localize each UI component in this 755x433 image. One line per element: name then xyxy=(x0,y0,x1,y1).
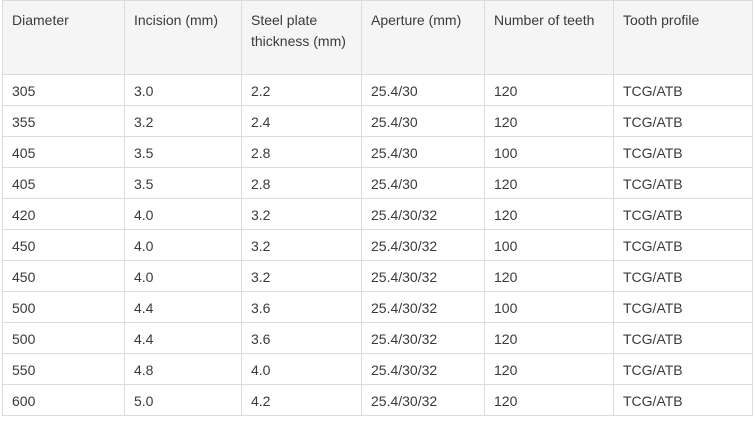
table-row: 420 4.0 3.2 25.4/30/32 120 TCG/ATB xyxy=(2,198,753,230)
cell-steel-plate-thickness: 2.8 xyxy=(241,136,362,168)
saw-blade-spec-table: Diameter Incision (mm) Steel plate thick… xyxy=(2,0,753,416)
header-incision: Incision (mm) xyxy=(124,0,242,75)
table-row: 450 4.0 3.2 25.4/30/32 100 TCG/ATB xyxy=(2,229,753,261)
cell-steel-plate-thickness: 3.6 xyxy=(241,322,362,354)
cell-aperture: 25.4/30/32 xyxy=(361,229,485,261)
cell-tooth-profile: TCG/ATB xyxy=(613,198,753,230)
cell-aperture: 25.4/30 xyxy=(361,136,485,168)
cell-incision: 4.0 xyxy=(124,229,242,261)
cell-incision: 3.0 xyxy=(124,74,242,106)
cell-aperture: 25.4/30 xyxy=(361,74,485,106)
cell-steel-plate-thickness: 3.6 xyxy=(241,291,362,323)
cell-steel-plate-thickness: 3.2 xyxy=(241,260,362,292)
cell-diameter: 405 xyxy=(2,136,125,168)
cell-incision: 4.4 xyxy=(124,322,242,354)
header-tooth-profile: Tooth profile xyxy=(613,0,753,75)
cell-steel-plate-thickness: 2.4 xyxy=(241,105,362,137)
cell-number-of-teeth: 120 xyxy=(484,198,614,230)
cell-number-of-teeth: 100 xyxy=(484,291,614,323)
cell-aperture: 25.4/30/32 xyxy=(361,353,485,385)
table-header: Diameter Incision (mm) Steel plate thick… xyxy=(2,0,753,75)
cell-diameter: 420 xyxy=(2,198,125,230)
cell-steel-plate-thickness: 4.2 xyxy=(241,384,362,416)
cell-diameter: 305 xyxy=(2,74,125,106)
table-row: 355 3.2 2.4 25.4/30 120 TCG/ATB xyxy=(2,105,753,137)
cell-aperture: 25.4/30 xyxy=(361,167,485,199)
table-row: 405 3.5 2.8 25.4/30 120 TCG/ATB xyxy=(2,167,753,199)
cell-diameter: 450 xyxy=(2,229,125,261)
cell-steel-plate-thickness: 3.2 xyxy=(241,229,362,261)
cell-tooth-profile: TCG/ATB xyxy=(613,136,753,168)
cell-incision: 4.0 xyxy=(124,198,242,230)
cell-number-of-teeth: 120 xyxy=(484,353,614,385)
table-body: 305 3.0 2.2 25.4/30 120 TCG/ATB 355 3.2 2.4 25.4/… xyxy=(2,74,753,416)
cell-aperture: 25.4/30/32 xyxy=(361,291,485,323)
cell-incision: 4.8 xyxy=(124,353,242,385)
header-diameter: Diameter xyxy=(2,0,125,75)
header-number-of-teeth: Number of teeth xyxy=(484,0,614,75)
cell-number-of-teeth: 120 xyxy=(484,322,614,354)
cell-diameter: 405 xyxy=(2,167,125,199)
cell-number-of-teeth: 100 xyxy=(484,136,614,168)
cell-steel-plate-thickness: 2.8 xyxy=(241,167,362,199)
cell-tooth-profile: TCG/ATB xyxy=(613,291,753,323)
table-row: 450 4.0 3.2 25.4/30/32 120 TCG/ATB xyxy=(2,260,753,292)
table-row: 500 4.4 3.6 25.4/30/32 120 TCG/ATB xyxy=(2,322,753,354)
header-aperture: Aperture (mm) xyxy=(361,0,485,75)
cell-diameter: 500 xyxy=(2,291,125,323)
cell-diameter: 550 xyxy=(2,353,125,385)
cell-incision: 3.5 xyxy=(124,136,242,168)
cell-number-of-teeth: 120 xyxy=(484,105,614,137)
table-row: 305 3.0 2.2 25.4/30 120 TCG/ATB xyxy=(2,74,753,106)
header-row: Diameter Incision (mm) Steel plate thick… xyxy=(2,0,753,75)
cell-diameter: 500 xyxy=(2,322,125,354)
cell-aperture: 25.4/30/32 xyxy=(361,322,485,354)
cell-diameter: 450 xyxy=(2,260,125,292)
cell-tooth-profile: TCG/ATB xyxy=(613,105,753,137)
table-row: 405 3.5 2.8 25.4/30 100 TCG/ATB xyxy=(2,136,753,168)
cell-incision: 5.0 xyxy=(124,384,242,416)
cell-aperture: 25.4/30 xyxy=(361,105,485,137)
table-row: 500 4.4 3.6 25.4/30/32 100 TCG/ATB xyxy=(2,291,753,323)
cell-tooth-profile: TCG/ATB xyxy=(613,167,753,199)
cell-number-of-teeth: 120 xyxy=(484,260,614,292)
cell-diameter: 355 xyxy=(2,105,125,137)
cell-number-of-teeth: 120 xyxy=(484,167,614,199)
cell-number-of-teeth: 100 xyxy=(484,229,614,261)
cell-tooth-profile: TCG/ATB xyxy=(613,260,753,292)
cell-tooth-profile: TCG/ATB xyxy=(613,74,753,106)
cell-aperture: 25.4/30/32 xyxy=(361,198,485,230)
cell-incision: 3.5 xyxy=(124,167,242,199)
cell-tooth-profile: TCG/ATB xyxy=(613,322,753,354)
cell-incision: 3.2 xyxy=(124,105,242,137)
header-steel-plate-thickness: Steel plate thickness (mm) xyxy=(241,0,362,75)
page: Diameter Incision (mm) Steel plate thick… xyxy=(0,0,755,433)
table-row: 600 5.0 4.2 25.4/30/32 120 TCG/ATB xyxy=(2,384,753,416)
cell-steel-plate-thickness: 2.2 xyxy=(241,74,362,106)
cell-incision: 4.4 xyxy=(124,291,242,323)
cell-incision: 4.0 xyxy=(124,260,242,292)
table-row: 550 4.8 4.0 25.4/30/32 120 TCG/ATB xyxy=(2,353,753,385)
cell-number-of-teeth: 120 xyxy=(484,74,614,106)
cell-tooth-profile: TCG/ATB xyxy=(613,353,753,385)
cell-tooth-profile: TCG/ATB xyxy=(613,384,753,416)
cell-steel-plate-thickness: 4.0 xyxy=(241,353,362,385)
cell-aperture: 25.4/30/32 xyxy=(361,384,485,416)
cell-steel-plate-thickness: 3.2 xyxy=(241,198,362,230)
cell-aperture: 25.4/30/32 xyxy=(361,260,485,292)
cell-tooth-profile: TCG/ATB xyxy=(613,229,753,261)
cell-diameter: 600 xyxy=(2,384,125,416)
cell-number-of-teeth: 120 xyxy=(484,384,614,416)
